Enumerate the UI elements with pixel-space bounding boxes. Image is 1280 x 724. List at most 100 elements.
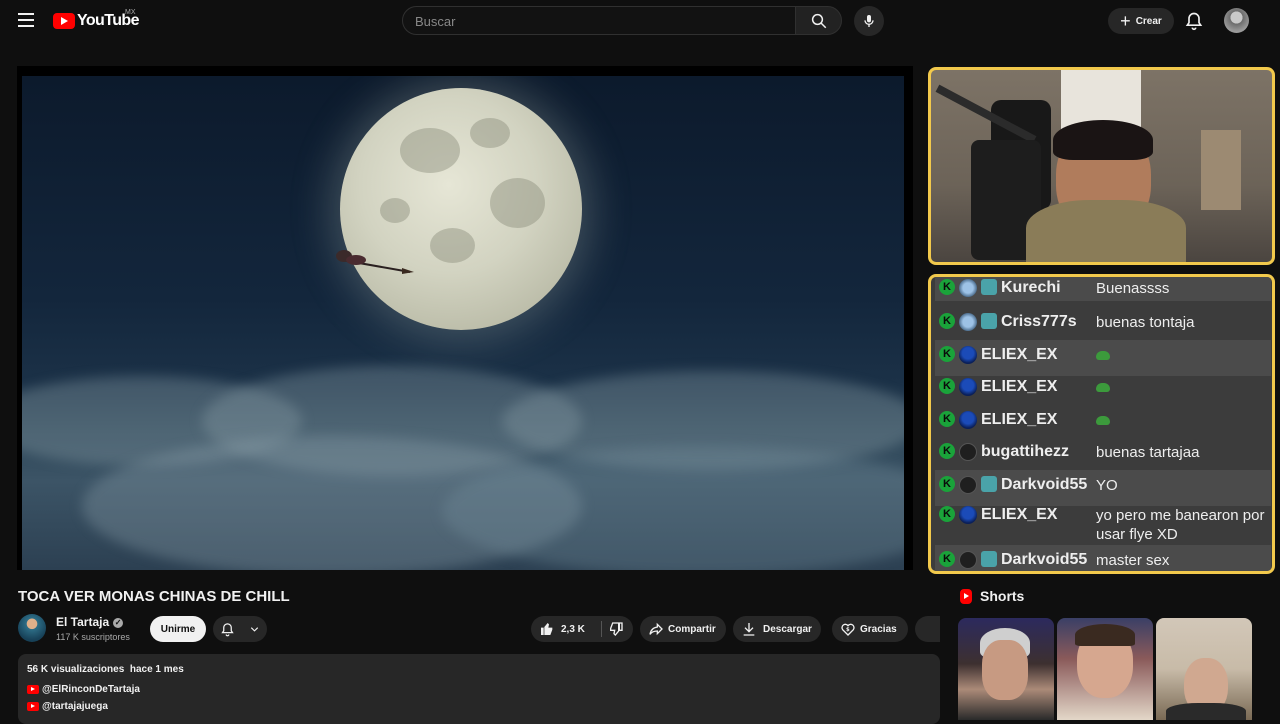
chat-username[interactable]: ELIEX_EX <box>981 506 1096 524</box>
video-frame[interactable] <box>22 76 904 570</box>
user-badge-icon <box>959 279 977 297</box>
user-badge-icon <box>959 443 977 461</box>
subscriber-badge-icon <box>981 551 997 567</box>
view-count: 56 K visualizaciones <box>27 664 125 675</box>
chat-message-text: YO <box>1096 477 1118 494</box>
chat-username[interactable]: Darkvoid55 <box>1001 476 1096 494</box>
chat-message: K ELIEX_EX <box>935 340 1271 376</box>
more-actions-button[interactable] <box>915 616 940 642</box>
chat-message-text: buenas tontaja <box>1096 314 1195 331</box>
subscriber-badge-icon <box>981 279 997 295</box>
search-icon <box>811 13 826 28</box>
search-box <box>402 6 796 36</box>
kick-badge-icon: K <box>939 346 955 362</box>
short-thumbnail[interactable] <box>1156 618 1252 720</box>
chat-username[interactable]: ELIEX_EX <box>981 411 1096 429</box>
thumbs-up-icon <box>541 623 553 635</box>
kick-badge-icon: K <box>939 443 955 459</box>
channel-link[interactable]: @ElRinconDeTartaja <box>42 684 140 695</box>
short-thumbnail[interactable] <box>958 618 1054 720</box>
moon-image <box>340 88 582 330</box>
frog-emote-icon <box>1096 351 1110 360</box>
download-button[interactable]: Descargar <box>733 616 821 642</box>
channel-avatar[interactable] <box>18 614 46 642</box>
chat-username[interactable]: Darkvoid55 <box>1001 551 1096 569</box>
chat-username[interactable]: Kurechi <box>1001 279 1096 297</box>
chat-message-text <box>1096 378 1266 397</box>
subscriber-badge-icon <box>981 476 997 492</box>
chat-username[interactable]: bugattihezz <box>981 443 1096 461</box>
search-input[interactable] <box>403 7 777 36</box>
thumbs-down-icon <box>610 622 623 636</box>
youtube-play-icon <box>53 13 75 29</box>
account-avatar[interactable] <box>1224 8 1249 33</box>
channel-link[interactable]: @tartajajuega <box>42 701 108 712</box>
create-button[interactable]: + Crear <box>1108 8 1174 34</box>
kick-badge-icon: K <box>939 551 955 567</box>
chat-message: K Darkvoid55 master sex <box>935 545 1271 571</box>
menu-icon[interactable] <box>18 13 34 27</box>
kick-badge-icon: K <box>939 506 955 522</box>
chat-message-text <box>1096 411 1266 430</box>
channel-name[interactable]: El Tartaja <box>56 615 109 629</box>
description-link[interactable]: @ElRinconDeTartaja <box>27 684 140 695</box>
frog-emote-icon <box>1096 416 1110 425</box>
chevron-down-icon <box>250 626 259 632</box>
kick-badge-icon: K <box>939 313 955 329</box>
microphone-icon <box>864 15 874 27</box>
user-badge-icon <box>959 506 977 524</box>
voice-search-button[interactable] <box>854 6 884 36</box>
create-label: Crear <box>1135 15 1162 27</box>
user-badge-icon <box>959 476 977 494</box>
chat-username[interactable]: ELIEX_EX <box>981 346 1096 364</box>
subscription-bell-button[interactable] <box>213 616 267 642</box>
chat-message-text: buenas tartajaa <box>1096 444 1200 461</box>
kick-badge-icon: K <box>939 476 955 492</box>
search-button[interactable] <box>795 6 842 35</box>
witch-on-broom-image <box>336 250 414 274</box>
youtube-icon <box>27 702 39 711</box>
short-thumbnail[interactable] <box>1057 618 1153 720</box>
plus-icon: + <box>1120 11 1131 31</box>
join-button[interactable]: Unirme <box>150 616 206 642</box>
like-count: 2,3 K <box>561 623 585 635</box>
subscriber-count: 117 K suscriptores <box>56 632 130 642</box>
download-icon <box>743 623 755 636</box>
thanks-button[interactable]: $ Gracias <box>832 616 908 642</box>
divider <box>601 621 602 637</box>
description-meta: 56 K visualizaciones hace 1 mes <box>27 664 184 675</box>
country-code: MX <box>125 9 136 16</box>
chat-username[interactable]: ELIEX_EX <box>981 378 1096 396</box>
live-chat-overlay: K Kurechi Buenassss K Criss777s buenas tontaj… <box>928 274 1275 574</box>
chat-message: Kbugattihezz buenas tartajaa <box>935 437 1271 473</box>
verified-icon: ✓ <box>113 617 124 628</box>
like-button[interactable]: 2,3 K <box>531 621 595 637</box>
share-label: Compartir <box>668 623 716 635</box>
kick-badge-icon: K <box>939 411 955 427</box>
description-link[interactable]: @tartajajuega <box>27 701 108 712</box>
frog-emote-icon <box>1096 383 1110 392</box>
thanks-label: Gracias <box>860 623 897 635</box>
kick-badge-icon: K <box>939 378 955 394</box>
dislike-button[interactable] <box>608 621 624 637</box>
download-label: Descargar <box>763 623 812 635</box>
chat-username[interactable]: Criss777s <box>1001 313 1096 331</box>
user-badge-icon <box>959 378 977 396</box>
kick-badge-icon: K <box>939 279 955 295</box>
upload-date: hace 1 mes <box>129 664 184 675</box>
shorts-heading: Shorts <box>960 588 1024 604</box>
shorts-title: Shorts <box>980 588 1025 604</box>
chat-message: K ELIEX_EX <box>935 405 1271 441</box>
like-dislike-group: 2,3 K <box>531 616 633 642</box>
bell-icon <box>1185 12 1203 31</box>
youtube-logo[interactable]: YouTube MX <box>53 9 139 31</box>
share-button[interactable]: Compartir <box>640 616 726 642</box>
user-badge-icon <box>959 551 977 569</box>
channel-name-row[interactable]: El Tartaja ✓ <box>56 615 124 629</box>
streamer-webcam-image <box>928 67 1275 265</box>
svg-text:$: $ <box>846 627 850 633</box>
notifications-button[interactable] <box>1184 10 1204 32</box>
chat-message: K Kurechi Buenassss <box>935 277 1271 301</box>
user-badge-icon <box>959 313 977 331</box>
chat-message: K ELIEX_EX yo pero me banearon por usar fl… <box>935 500 1271 548</box>
